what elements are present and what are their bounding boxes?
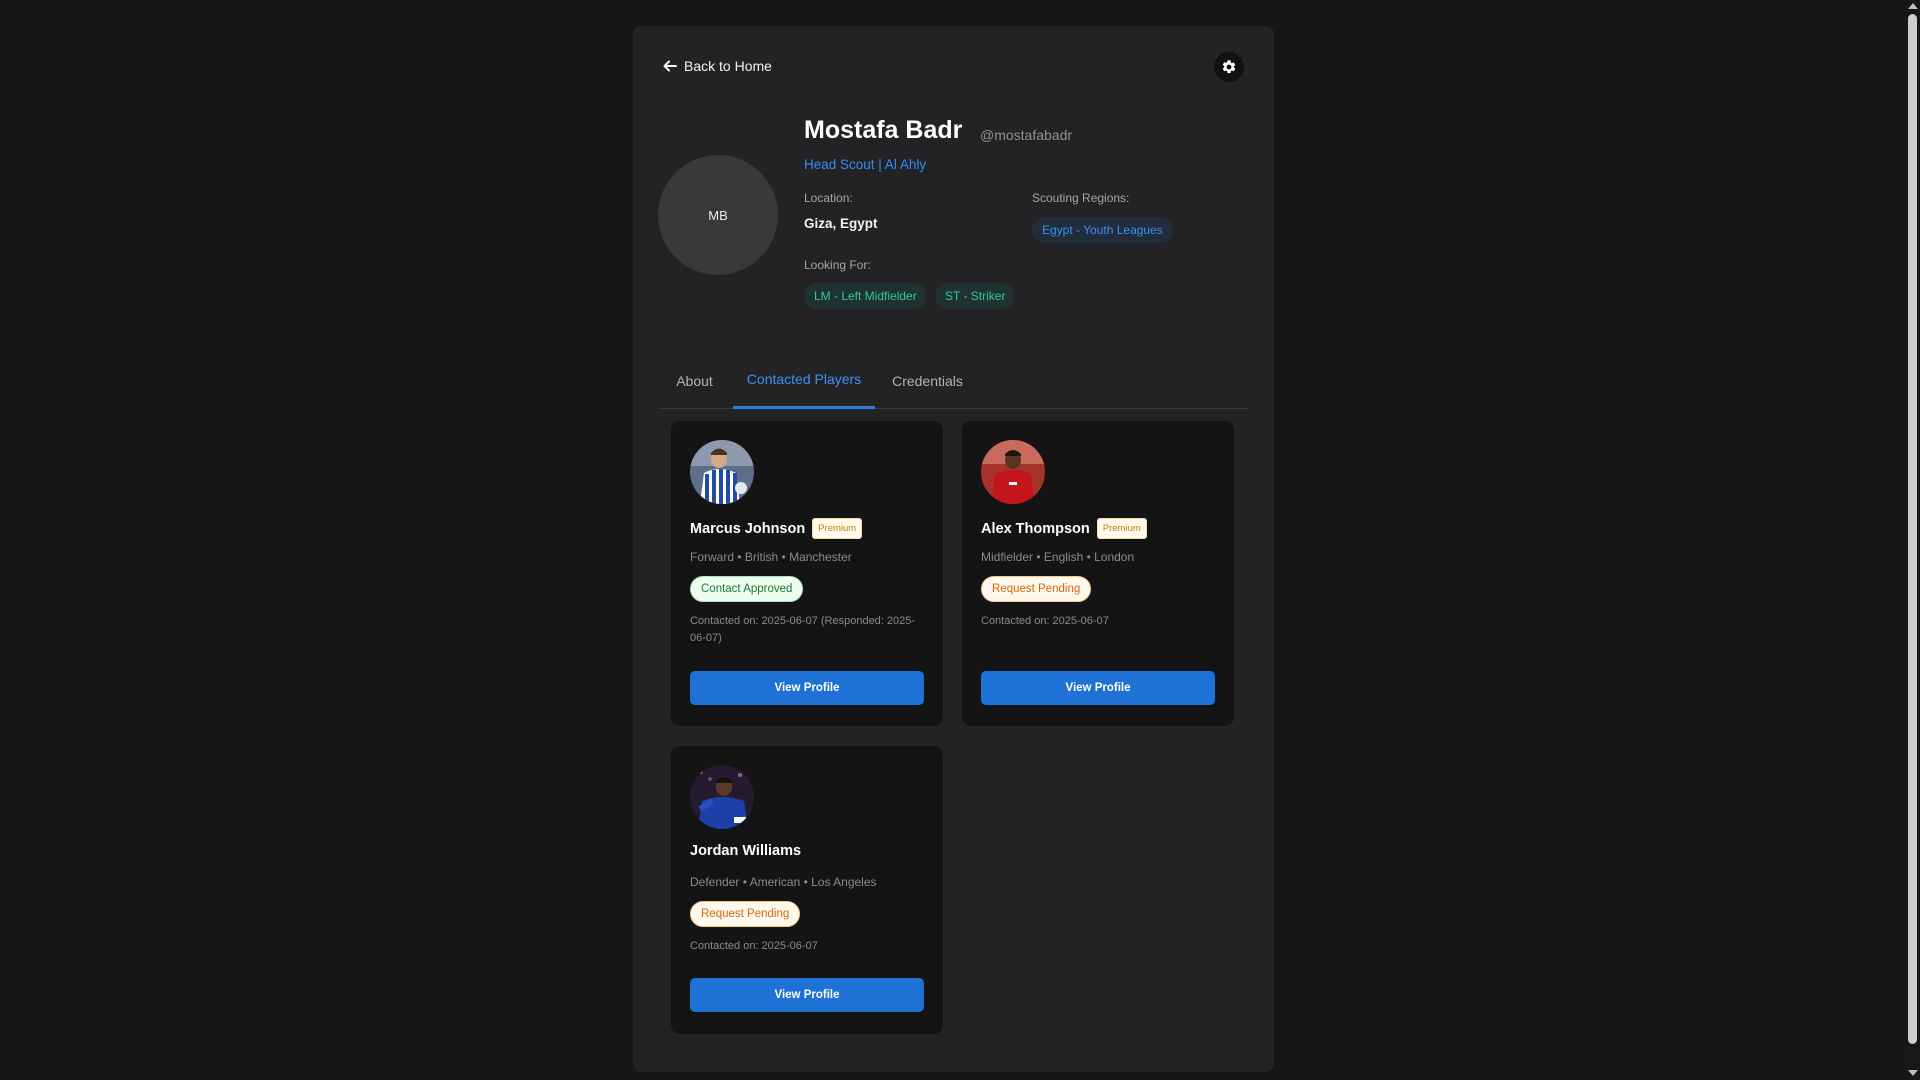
player-card: Marcus Johnson Premium Forward • British… bbox=[671, 421, 943, 726]
back-to-home-link[interactable]: Back to Home bbox=[663, 58, 772, 74]
player-card: Alex Thompson Premium Midfielder • Engli… bbox=[962, 421, 1234, 726]
player-photo bbox=[690, 765, 754, 829]
view-profile-button[interactable]: View Profile bbox=[690, 671, 924, 705]
scroll-thumb[interactable] bbox=[1908, 14, 1917, 1044]
profile-panel: Back to Home MB Mostafa Badr @mostafabad… bbox=[633, 26, 1274, 1072]
gear-icon bbox=[1222, 60, 1236, 74]
looking-for-label: Looking For: bbox=[804, 258, 871, 272]
profile-role: Head Scout | Al Ahly bbox=[804, 157, 927, 172]
view-profile-button[interactable]: View Profile bbox=[981, 671, 1215, 705]
player-meta: Defender • American • Los Angeles bbox=[690, 875, 877, 889]
player-name-row: Jordan Williams bbox=[690, 843, 801, 859]
player-card: Jordan Williams Defender • American • Lo… bbox=[671, 746, 943, 1034]
profile-name: Mostafa Badr bbox=[804, 116, 963, 144]
avatar-initials: MB bbox=[708, 207, 728, 223]
position-chip-lm: LM - Left Midfielder bbox=[804, 283, 927, 309]
player-name[interactable]: Alex Thompson bbox=[981, 521, 1090, 537]
contacted-date: Contacted on: 2025-06-07 (Responded: 202… bbox=[690, 615, 916, 644]
region-chip: Egypt - Youth Leagues bbox=[1032, 217, 1173, 243]
location-label: Location: bbox=[804, 191, 853, 205]
status-badge: Request Pending bbox=[690, 901, 801, 927]
status-badge: Request Pending bbox=[981, 576, 1092, 602]
scroll-down-arrow-icon[interactable] bbox=[1908, 1070, 1918, 1076]
player-photo bbox=[690, 440, 754, 504]
player-name-row: Marcus Johnson Premium bbox=[690, 518, 863, 539]
player-name[interactable]: Marcus Johnson bbox=[690, 521, 805, 537]
scouting-regions-label: Scouting Regions: bbox=[1032, 191, 1130, 205]
status-badge: Contact Approved bbox=[690, 576, 804, 602]
page-scrollbar[interactable] bbox=[1905, 0, 1920, 1080]
contacted-date: Contacted on: 2025-06-07 bbox=[690, 940, 818, 952]
player-photo bbox=[981, 440, 1045, 504]
player-name[interactable]: Jordan Williams bbox=[690, 843, 801, 859]
player-meta: Forward • British • Manchester bbox=[690, 550, 852, 564]
player-meta: Midfielder • English • London bbox=[981, 550, 1135, 564]
tab-contacted-players[interactable]: Contacted Players bbox=[733, 352, 875, 409]
premium-badge: Premium bbox=[1096, 518, 1147, 539]
player-name-row: Alex Thompson Premium bbox=[981, 518, 1147, 539]
position-chip-st: ST - Striker bbox=[935, 283, 1016, 309]
contacted-date: Contacted on: 2025-06-07 bbox=[981, 615, 1109, 627]
location-value: Giza, Egypt bbox=[804, 216, 878, 231]
profile-tabs: About Contacted Players Credentials bbox=[658, 352, 1248, 409]
scroll-up-arrow-icon[interactable] bbox=[1908, 3, 1918, 9]
view-profile-button[interactable]: View Profile bbox=[690, 978, 924, 1012]
avatar: MB bbox=[658, 155, 778, 275]
arrow-left-icon bbox=[663, 60, 677, 72]
tab-about[interactable]: About bbox=[658, 352, 731, 409]
profile-handle: @mostafabadr bbox=[980, 127, 1073, 143]
tab-credentials[interactable]: Credentials bbox=[877, 352, 978, 409]
back-label: Back to Home bbox=[684, 58, 772, 74]
settings-button[interactable] bbox=[1214, 52, 1244, 82]
premium-badge: Premium bbox=[812, 518, 863, 539]
